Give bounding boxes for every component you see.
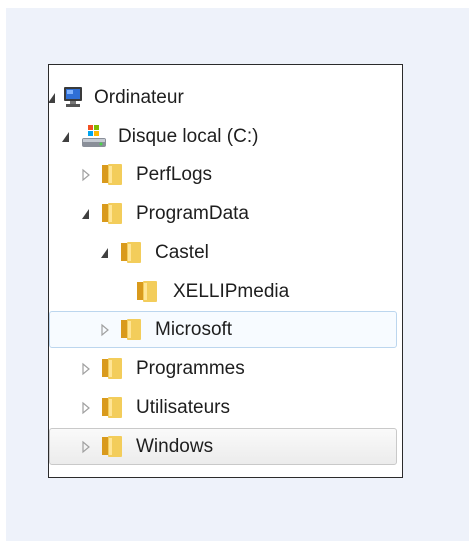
tree-item-label: Ordinateur: [94, 87, 184, 108]
folder-icon: [102, 164, 122, 185]
folder-icon: [102, 397, 122, 418]
drive-icon: [82, 125, 106, 147]
tree-item-label: PerfLogs: [136, 164, 213, 185]
folder-icon: [102, 203, 122, 224]
tree-item-utilisateurs[interactable]: Utilisateurs: [49, 389, 402, 427]
tree-item-perflogs[interactable]: PerfLogs: [49, 156, 402, 194]
tree-item-label: Microsoft: [155, 319, 233, 340]
tree-item-label: Utilisateurs: [136, 397, 230, 418]
collapsed-arrow-icon[interactable]: [99, 323, 111, 337]
tree-item-disque-local[interactable]: Disque local (C:): [49, 118, 402, 156]
folder-icon: [121, 319, 141, 340]
tree-item-xellipmedia[interactable]: XELLIPmedia: [49, 273, 402, 311]
tree-item-programmes[interactable]: Programmes: [49, 350, 402, 388]
tree-item-label: Windows: [136, 436, 214, 457]
tree-item-castel[interactable]: Castel: [49, 234, 402, 272]
collapsed-arrow-icon[interactable]: [80, 168, 92, 182]
tree-item-label: XELLIPmedia: [173, 281, 290, 302]
tree-item-ordinateur[interactable]: Ordinateur: [49, 79, 402, 117]
tree-item-label: ProgramData: [136, 203, 249, 224]
tree-item-label: Programmes: [136, 358, 245, 379]
expanded-arrow-icon[interactable]: [99, 246, 111, 260]
collapsed-arrow-icon[interactable]: [80, 362, 92, 376]
folder-icon: [137, 281, 157, 302]
expanded-arrow-icon[interactable]: [60, 130, 72, 144]
tree-item-label: Disque local (C:): [118, 126, 259, 147]
folder-icon: [102, 358, 122, 379]
expanded-arrow-icon[interactable]: [48, 91, 58, 105]
navigation-tree-panel: Ordinateur Disque local (C:) PerfLogs Pr…: [48, 64, 403, 478]
computer-icon: [64, 87, 82, 107]
folder-icon: [121, 242, 141, 263]
expanded-arrow-icon[interactable]: [80, 207, 92, 221]
collapsed-arrow-icon[interactable]: [80, 401, 92, 415]
tree-item-windows[interactable]: Windows: [49, 428, 402, 466]
tree-item-label: Castel: [155, 242, 209, 263]
folder-icon: [102, 436, 122, 457]
tree-item-microsoft[interactable]: Microsoft: [49, 311, 402, 349]
collapsed-arrow-icon[interactable]: [80, 440, 92, 454]
tree-item-programdata[interactable]: ProgramData: [49, 195, 402, 233]
